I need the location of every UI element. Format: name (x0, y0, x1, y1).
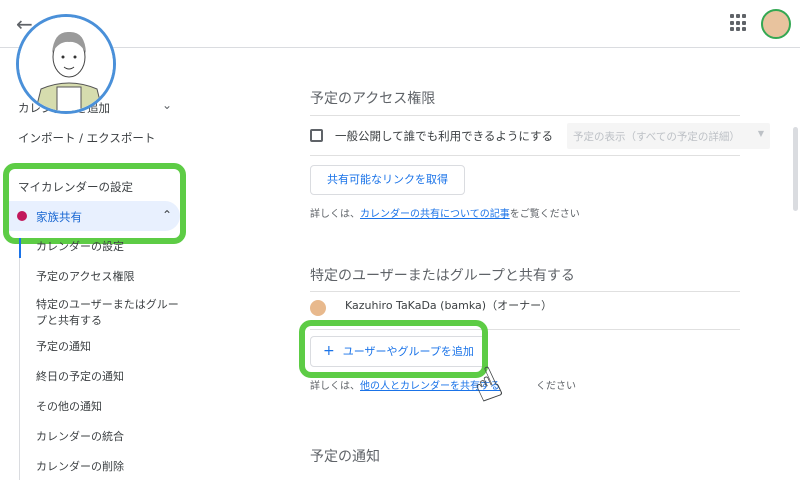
notify-section-title: 予定の通知 (310, 449, 380, 465)
access-section-title: 予定のアクセス権限 (310, 91, 436, 107)
sidebar-active-marker (19, 238, 21, 258)
highlight-box-add-user (299, 320, 488, 378)
sidebar-tree-line (19, 238, 20, 480)
subnav-share[interactable]: 特定のユーザーまたはグループと共有する (36, 297, 184, 329)
presenter-avatar-illustration (16, 14, 116, 114)
top-bar: ← (0, 0, 800, 48)
scrollbar[interactable] (793, 127, 798, 211)
sidebar-import-export[interactable]: インポート / エクスポート (18, 130, 155, 146)
divider (310, 155, 740, 156)
divider (310, 115, 740, 116)
highlight-box-sidebar (3, 163, 186, 244)
sharing-article-link[interactable]: カレンダーの共有についての記事 (360, 209, 510, 220)
subnav-access[interactable]: 予定のアクセス権限 (36, 269, 134, 285)
divider (310, 291, 740, 292)
share-section-title: 特定のユーザーまたはグループと共有する (310, 268, 575, 284)
share-help-text: 詳しくは、他の人とカレンダーを共有する ください (310, 381, 576, 392)
user-avatar[interactable] (761, 9, 791, 39)
owner-avatar (310, 300, 326, 316)
subnav-allday-notify[interactable]: 終日の予定の通知 (36, 369, 124, 385)
subnav-delete[interactable]: カレンダーの削除 (36, 459, 124, 475)
owner-name: Kazuhiro TaKaDa (bamka)（オーナー） (345, 299, 553, 312)
public-checkbox[interactable] (310, 129, 323, 142)
public-label: 一般公開して誰でも利用できるようにする (335, 129, 554, 143)
subnav-integrate[interactable]: カレンダーの統合 (36, 429, 124, 445)
get-link-button[interactable]: 共有可能なリンクを取得 (310, 165, 465, 195)
dropdown-arrow-icon: ▼ (757, 129, 764, 138)
subnav-notify[interactable]: 予定の通知 (36, 339, 91, 355)
access-help-text: 詳しくは、カレンダーの共有についての記事をご覧ください (310, 209, 580, 220)
apps-grid-icon[interactable] (730, 14, 748, 32)
subnav-other-notify[interactable]: その他の通知 (36, 399, 102, 415)
chevron-down-icon[interactable]: ⌄ (162, 98, 172, 112)
visibility-select-value: 予定の表示（すべての予定の詳細） (573, 131, 740, 143)
visibility-select[interactable]: 予定の表示（すべての予定の詳細） ▼ (567, 123, 770, 149)
subnav-calendar-settings[interactable]: カレンダーの設定 (36, 239, 124, 255)
